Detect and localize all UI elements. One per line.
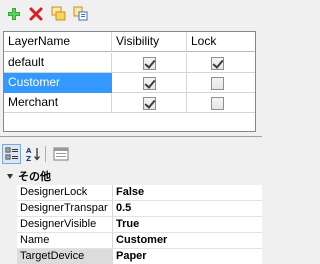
visibility-checkbox[interactable] — [143, 57, 156, 70]
property-gutter — [0, 185, 17, 201]
column-header-lock[interactable]: Lock — [187, 32, 255, 52]
categorized-view-button[interactable] — [2, 144, 21, 164]
paste-layer-button[interactable] — [73, 6, 89, 22]
paste-icon — [73, 6, 88, 21]
visibility-checkbox-cell — [112, 93, 187, 113]
layer-grid: LayerName Visibility Lock default Custome… — [3, 31, 256, 132]
alphabetical-view-button[interactable]: A Z — [23, 144, 42, 164]
copy-icon — [51, 6, 66, 21]
property-value[interactable]: Customer — [113, 233, 262, 249]
column-header-visibility[interactable]: Visibility — [112, 32, 187, 52]
property-value[interactable]: 0.5 — [113, 201, 262, 217]
visibility-checkbox[interactable] — [143, 97, 156, 110]
property-name[interactable]: Name — [17, 233, 113, 249]
delete-layer-button[interactable] — [28, 6, 44, 22]
lock-checkbox[interactable] — [211, 97, 224, 110]
property-gutter — [0, 201, 17, 217]
property-name[interactable]: TargetDevice — [17, 249, 113, 264]
property-category[interactable]: その他 — [0, 169, 262, 185]
add-layer-button[interactable] — [6, 6, 22, 22]
layer-row[interactable]: Customer — [4, 73, 255, 93]
property-value[interactable]: True — [113, 217, 262, 233]
property-gutter — [0, 233, 17, 249]
layer-name-cell[interactable]: Customer — [4, 73, 112, 93]
property-name[interactable]: DesignerLock — [17, 185, 113, 201]
property-row[interactable]: TargetDevice Paper — [0, 249, 262, 264]
property-pages-button[interactable] — [51, 144, 70, 164]
property-row[interactable]: DesignerVisible True — [0, 217, 262, 233]
property-panel: A Z その他 DesignerLock False DesignerTranspa… — [0, 138, 262, 264]
property-toolbar: A Z — [0, 144, 262, 166]
svg-text:A: A — [26, 147, 32, 155]
property-value[interactable]: False — [113, 185, 262, 201]
property-pages-icon — [53, 147, 68, 161]
svg-text:Z: Z — [26, 155, 31, 162]
property-gutter — [0, 249, 17, 264]
category-label: その他 — [18, 171, 51, 183]
property-grid: その他 DesignerLock False DesignerTranspar 0.5… — [0, 169, 262, 264]
layer-row[interactable]: Merchant — [4, 93, 255, 113]
lock-checkbox-cell — [187, 93, 255, 113]
lock-checkbox[interactable] — [211, 77, 224, 90]
visibility-checkbox[interactable] — [143, 77, 156, 90]
layer-toolbar — [0, 0, 262, 28]
add-icon — [8, 8, 20, 20]
collapse-icon[interactable] — [7, 174, 13, 179]
toolbar-separator — [45, 146, 46, 162]
property-row[interactable]: Name Customer — [0, 233, 262, 249]
property-value[interactable]: Paper — [113, 249, 262, 264]
delete-icon — [29, 7, 43, 21]
property-name[interactable]: DesignerVisible — [17, 217, 113, 233]
lock-checkbox-cell — [187, 53, 255, 73]
lock-checkbox[interactable] — [211, 57, 224, 70]
column-header-layername[interactable]: LayerName — [4, 32, 112, 52]
property-row[interactable]: DesignerTranspar 0.5 — [0, 201, 262, 217]
visibility-checkbox-cell — [112, 73, 187, 93]
property-gutter — [0, 217, 17, 233]
layer-panel: LayerName Visibility Lock default Custome… — [0, 0, 262, 137]
layer-name-cell[interactable]: default — [4, 53, 112, 73]
alphabetical-sort-icon: A Z — [26, 147, 40, 162]
copy-layer-button[interactable] — [51, 6, 67, 22]
lock-checkbox-cell — [187, 73, 255, 93]
property-row[interactable]: DesignerLock False — [0, 185, 262, 201]
layer-grid-header: LayerName Visibility Lock — [4, 32, 255, 52]
layer-name-cell[interactable]: Merchant — [4, 93, 112, 113]
property-name[interactable]: DesignerTranspar — [17, 201, 113, 217]
layer-row[interactable]: default — [4, 53, 255, 73]
visibility-checkbox-cell — [112, 53, 187, 73]
categorized-icon — [5, 147, 18, 160]
